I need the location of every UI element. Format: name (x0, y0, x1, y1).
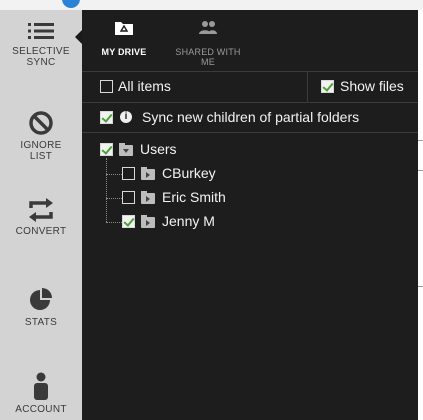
app-logo-icon (62, 0, 80, 8)
selective-sync-panel: MY DRIVE SHARED WITH ME All items Show f… (82, 10, 418, 420)
divider (82, 132, 418, 133)
tree-checkbox-eric-smith[interactable] (122, 191, 135, 204)
tree-line (106, 158, 107, 222)
divider (418, 286, 423, 287)
sidebar-item-stats[interactable]: STATS (0, 287, 82, 328)
folder-collapsed-icon[interactable] (141, 215, 155, 228)
convert-icon (29, 198, 53, 222)
divider (307, 72, 308, 102)
sidebar-item-selective-sync[interactable]: SELECTIVE SYNC (0, 20, 82, 68)
tab-my-drive[interactable]: MY DRIVE (96, 20, 152, 57)
sync-children-checkbox[interactable] (100, 111, 113, 124)
options-row: All items Show files (82, 71, 418, 102)
tab-shared-with-me[interactable]: SHARED WITH ME (170, 20, 246, 67)
tree-item-label[interactable]: Eric Smith (162, 189, 226, 205)
window-top-strip (0, 0, 423, 10)
drive-tabs: MY DRIVE SHARED WITH ME (82, 10, 418, 72)
block-icon (29, 111, 53, 135)
sync-children-label: Sync new children of partial folders (142, 109, 360, 125)
sidebar-item-account[interactable]: ACCOUNT (0, 372, 82, 415)
tree-line (106, 198, 122, 199)
tree-line (106, 222, 122, 223)
person-icon (34, 372, 48, 400)
folder-collapsed-icon[interactable] (141, 191, 155, 204)
sidebar-item-label: STATS (24, 317, 58, 328)
sidebar: SELECTIVE SYNC IGNORE LIST CONVERT STATS (0, 10, 82, 420)
all-items-checkbox[interactable] (100, 80, 113, 93)
sidebar-item-label: SELECTIVE (12, 46, 70, 57)
sidebar-item-convert[interactable]: CONVERT (0, 198, 82, 237)
tree-line (106, 174, 122, 175)
tree-item-label[interactable]: CBurkey (162, 165, 216, 181)
tree-checkbox-jenny-m[interactable] (122, 215, 135, 228)
divider (418, 140, 423, 141)
sidebar-item-label: ACCOUNT (15, 404, 67, 415)
people-icon (199, 21, 217, 34)
background-window-edge (418, 10, 423, 420)
sidebar-item-label: CONVERT (15, 226, 67, 237)
list-icon (28, 23, 54, 39)
tree-checkbox-users[interactable] (100, 143, 113, 156)
info-icon[interactable]: i (120, 111, 132, 123)
all-items-label: All items (118, 78, 171, 94)
tree-checkbox-cburkey[interactable] (122, 167, 135, 180)
sidebar-item-label: SYNC (26, 57, 56, 68)
tree-item-label[interactable]: Users (140, 141, 177, 157)
divider (418, 170, 423, 171)
folder-expanded-icon[interactable] (119, 143, 133, 156)
show-files-checkbox[interactable] (321, 80, 334, 93)
sidebar-item-label: IGNORE (20, 140, 62, 151)
sync-children-row: i Sync new children of partial folders (82, 102, 418, 133)
drive-folder-icon (115, 22, 133, 35)
sidebar-item-ignore-list[interactable]: IGNORE LIST (0, 110, 82, 162)
pie-chart-icon (30, 288, 52, 310)
tab-label: ME (201, 57, 215, 67)
tree-item-label[interactable]: Jenny M (162, 213, 215, 229)
show-files-label: Show files (340, 78, 404, 94)
tab-label: MY DRIVE (101, 47, 147, 57)
folder-collapsed-icon[interactable] (141, 167, 155, 180)
tab-label: SHARED WITH (175, 47, 241, 57)
sidebar-item-label: LIST (29, 151, 53, 162)
